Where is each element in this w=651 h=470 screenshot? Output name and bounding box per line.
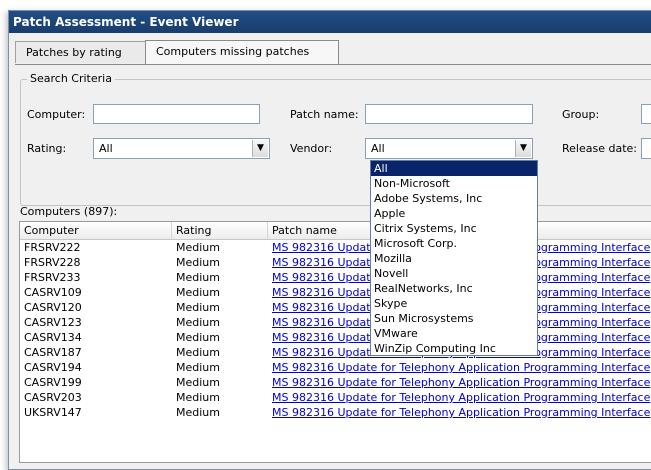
cell-rating: Medium — [176, 256, 220, 269]
vendor-option[interactable]: Non-Microsoft — [371, 176, 537, 191]
vendor-option[interactable]: All — [371, 161, 537, 176]
release-date-label: Release date: — [562, 142, 637, 155]
vendor-option[interactable]: Mozilla — [371, 251, 537, 266]
cell-computer: FRSRV233 — [24, 271, 81, 284]
search-criteria-legend: Search Criteria — [27, 72, 115, 85]
group-label: Group: — [562, 108, 600, 121]
cell-rating: Medium — [176, 361, 220, 374]
cell-rating: Medium — [176, 331, 220, 344]
vendor-option[interactable]: VMware — [371, 326, 537, 341]
table-row[interactable]: CASRV109MediumMS 982316 Update for Telep… — [20, 286, 651, 301]
cell-rating: Medium — [176, 376, 220, 389]
patch-link[interactable]: MS 982316 Update for Telephony Applicati… — [268, 361, 650, 375]
vendor-label: Vendor: — [290, 142, 333, 155]
table-row[interactable]: FRSRV222MediumMS 982316 Update for Telep… — [20, 241, 651, 256]
tab-computers-missing-patches[interactable]: Computers missing patches — [145, 40, 339, 65]
rating-label: Rating: — [27, 142, 67, 155]
cell-computer: FRSRV228 — [24, 256, 81, 269]
cell-rating: Medium — [176, 391, 220, 404]
vendor-option[interactable]: WinZip Computing Inc — [371, 341, 537, 356]
cell-rating: Medium — [176, 271, 220, 284]
table-row[interactable]: CASRV187MediumMS 982316 Update for Telep… — [20, 346, 651, 361]
cell-computer: FRSRV222 — [24, 241, 81, 254]
vendor-select[interactable]: All ▼ — [365, 138, 533, 159]
patch-link[interactable]: MS 982316 Update for Telephony Applicati… — [268, 391, 650, 405]
table-row[interactable]: CASRV134MediumMS 982316 Update for Telep… — [20, 331, 651, 346]
patch-link[interactable]: MS 982316 Update for Telephony Applicati… — [268, 406, 650, 420]
cell-computer: CASRV109 — [24, 286, 82, 299]
table-row[interactable]: CASRV123MediumMS 982316 Update for Telep… — [20, 316, 651, 331]
window-title: Patch Assessment - Event Viewer — [9, 11, 651, 33]
release-date-input[interactable] — [641, 138, 651, 159]
rating-value: All — [99, 142, 113, 155]
cell-computer: CASRV203 — [24, 391, 82, 404]
vendor-option[interactable]: Apple — [371, 206, 537, 221]
cell-rating: Medium — [176, 316, 220, 329]
table-row[interactable]: CASRV120MediumMS 982316 Update for Telep… — [20, 301, 651, 316]
cell-computer: CASRV199 — [24, 376, 82, 389]
chevron-down-icon[interactable]: ▼ — [515, 140, 531, 157]
vendor-value: All — [371, 142, 385, 155]
patch-link[interactable]: MS 982316 Update for Telephony Applicati… — [268, 376, 650, 390]
cell-computer: CASRV120 — [24, 301, 82, 314]
vendor-option[interactable]: Skype — [371, 296, 537, 311]
grid-header: Computer Rating Patch name — [20, 222, 651, 240]
cell-computer: CASRV134 — [24, 331, 82, 344]
vendor-dropdown-list: All Non-Microsoft Adobe Systems, Inc Apple C… — [370, 160, 538, 356]
cell-computer: CASRV187 — [24, 346, 82, 359]
cell-computer: CASRV194 — [24, 361, 82, 374]
cell-rating: Medium — [176, 346, 220, 359]
vendor-option[interactable]: Sun Microsystems — [371, 311, 537, 326]
cell-computer: CASRV123 — [24, 316, 82, 329]
search-criteria-group: Search Criteria Computer: Patch name: Gr… — [20, 72, 651, 206]
vendor-option[interactable]: RealNetworks, Inc — [371, 281, 537, 296]
vendor-option[interactable]: Microsoft Corp. — [371, 236, 537, 251]
table-row[interactable]: FRSRV228MediumMS 982316 Update for Telep… — [20, 256, 651, 271]
column-header-computer[interactable]: Computer — [20, 222, 172, 239]
rating-select[interactable]: All ▼ — [93, 138, 270, 159]
vendor-option[interactable]: Novell — [371, 266, 537, 281]
patch-name-input[interactable] — [365, 104, 533, 124]
cell-rating: Medium — [176, 286, 220, 299]
table-row[interactable]: FRSRV233MediumMS 982316 Update for Telep… — [20, 271, 651, 286]
cell-rating: Medium — [176, 301, 220, 314]
computers-count-label: Computers (897): — [20, 205, 118, 218]
group-input[interactable] — [641, 104, 651, 124]
vendor-option[interactable]: Citrix Systems, Inc — [371, 221, 537, 236]
computer-input[interactable] — [93, 104, 260, 124]
patch-name-label: Patch name: — [290, 108, 359, 121]
cell-rating: Medium — [176, 241, 220, 254]
cell-computer: UKSRV147 — [24, 406, 82, 419]
table-row[interactable]: CASRV194 Medium MS 982316 Update for Telep… — [20, 361, 651, 376]
computers-grid: Computer Rating Patch name FRSRV222 Mediu… — [19, 221, 651, 463]
computer-label: Computer: — [27, 108, 86, 121]
chevron-down-icon[interactable]: ▼ — [252, 140, 268, 157]
table-row[interactable]: UKSRV147 Medium MS 982316 Update for Telep… — [20, 406, 651, 421]
table-row[interactable]: CASRV199 Medium MS 982316 Update for Telep… — [20, 376, 651, 391]
column-header-rating[interactable]: Rating — [172, 222, 268, 239]
vendor-option[interactable]: Adobe Systems, Inc — [371, 191, 537, 206]
tab-patches-by-rating[interactable]: Patches by rating — [15, 41, 147, 63]
table-row[interactable]: CASRV203 Medium MS 982316 Update for Telep… — [20, 391, 651, 406]
cell-rating: Medium — [176, 406, 220, 419]
